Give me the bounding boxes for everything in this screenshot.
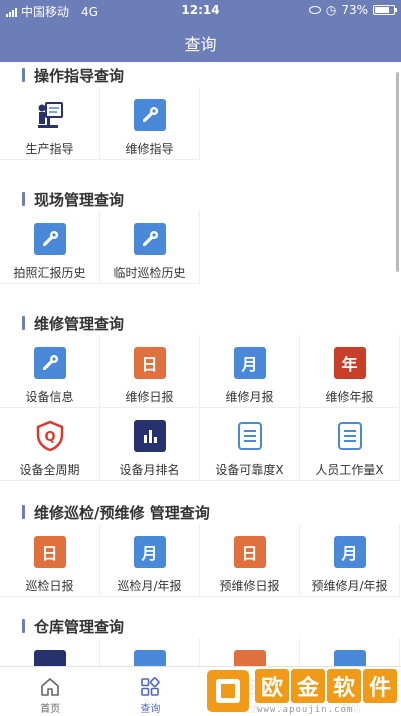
menu-item-warehouse-4[interactable]: [300, 638, 400, 666]
menu-item-label: 拍照汇报历史: [13, 266, 86, 280]
menu-item-preventive-monthly-yearly[interactable]: 月 预维修月/年报: [300, 524, 400, 597]
day-icon: 日: [33, 536, 66, 568]
document-list-icon: [234, 420, 266, 452]
section-marker: [22, 505, 25, 519]
warehouse-icon: [233, 650, 266, 666]
menu-item-label: 预维修日报: [219, 579, 280, 593]
section-marker: [22, 68, 25, 82]
tab-query[interactable]: 查询: [100, 667, 200, 716]
warehouse-grid: [0, 638, 401, 666]
warehouse-icon: [333, 650, 366, 666]
year-icon: 年: [333, 347, 366, 379]
day-icon: 日: [233, 536, 266, 568]
month-icon: 月: [233, 347, 266, 379]
menu-item-label: 巡检日报: [25, 579, 74, 593]
section-title-patrol: 维修巡检/预维修 管理查询: [0, 500, 401, 524]
patrol-grid: 日 巡检日报 月 巡检月/年报 日 预维修日报 月 预维修月/年报: [0, 524, 401, 597]
warehouse-icon: [133, 650, 166, 666]
warehouse-icon: [33, 650, 66, 666]
menu-item-label: 临时巡检历史: [113, 266, 186, 280]
scrollbar[interactable]: [396, 72, 399, 272]
menu-item-equipment-lifecycle[interactable]: Q 设备全周期: [0, 408, 100, 481]
menu-item-label: 设备信息: [25, 390, 74, 404]
menu-item-repair-monthly[interactable]: 月 维修月报: [200, 335, 300, 408]
nav-bar: 查询: [0, 20, 401, 62]
menu-item-label: 预维修月/年报: [311, 579, 388, 593]
wrench-icon: [133, 223, 166, 255]
home-icon: [41, 678, 59, 696]
month-icon: 月: [133, 536, 166, 568]
svg-text:Q: Q: [44, 430, 55, 445]
production-guide-icon: [34, 99, 66, 131]
bar-chart-icon: [133, 420, 166, 452]
menu-item-label: 维修月报: [225, 390, 274, 404]
menu-item-label: 人员工作量X: [315, 463, 384, 477]
menu-item-patrol-monthly-yearly[interactable]: 月 巡检月/年报: [100, 524, 200, 597]
site-grid: 拍照汇报历史 临时巡检历史: [0, 211, 401, 284]
page-title: 查询: [184, 35, 217, 54]
eye-comfort-icon: [308, 6, 321, 14]
section-marker: [22, 316, 25, 330]
menu-item-warehouse-1[interactable]: [0, 638, 100, 666]
menu-item-preventive-daily[interactable]: 日 预维修日报: [200, 524, 300, 597]
section-title-repair: 维修管理查询: [0, 311, 401, 335]
menu-item-label: 维修指导: [125, 142, 174, 156]
battery-percent: 73%: [341, 3, 368, 17]
menu-item-label: 设备可靠度X: [215, 463, 284, 477]
menu-item-photo-report-history[interactable]: 拍照汇报历史: [0, 211, 100, 284]
menu-item-label: 设备全周期: [19, 463, 80, 477]
menu-item-label: 生产指导: [25, 142, 74, 156]
menu-item-temp-inspection-history[interactable]: 临时巡检历史: [100, 211, 200, 284]
day-icon: 日: [133, 347, 166, 379]
watermark-url: www.apoujin.com: [257, 705, 354, 715]
section-marker: [22, 192, 25, 206]
query-content[interactable]: 操作指导查询 生产指导 维修指导 现场管理查询 拍照汇报历史 临时巡检历史 维修…: [0, 62, 401, 666]
wrench-icon: [33, 223, 66, 255]
status-right: ◷ 73%: [308, 3, 397, 17]
menu-item-staff-workload[interactable]: 人员工作量X: [300, 408, 400, 481]
tab-label: 查询: [140, 704, 161, 715]
section-title-guide: 操作指导查询: [0, 63, 401, 87]
watermark-logo-icon: [207, 670, 249, 712]
menu-item-patrol-daily[interactable]: 日 巡检日报: [0, 524, 100, 597]
menu-item-label: 设备月排名: [119, 463, 180, 477]
status-bar: 中国移动 4G 12:14 ◷ 73%: [0, 0, 401, 20]
alarm-icon: ◷: [325, 3, 337, 17]
menu-item-label: 巡检月/年报: [117, 579, 182, 593]
menu-item-equipment-info[interactable]: 设备信息: [0, 335, 100, 408]
tab-label: 首页: [40, 704, 61, 715]
menu-item-repair-guide[interactable]: 维修指导: [100, 87, 200, 160]
watermark: 欧 金 软 件 www.apoujin.com: [201, 668, 401, 716]
watermark-text: 欧 金 软 件: [255, 669, 397, 703]
section-title-warehouse: 仓库管理查询: [0, 614, 401, 638]
repair-grid: 设备信息 日 维修日报 月 维修月报 年 维修年报 Q 设备全周期 设备月排名 …: [0, 335, 401, 481]
menu-item-repair-daily[interactable]: 日 维修日报: [100, 335, 200, 408]
menu-item-equipment-monthly-rank[interactable]: 设备月排名: [100, 408, 200, 481]
menu-item-label: 维修日报: [125, 390, 174, 404]
wrench-icon: [33, 347, 66, 379]
menu-item-repair-yearly[interactable]: 年 维修年报: [300, 335, 400, 408]
section-title-site: 现场管理查询: [0, 187, 401, 211]
document-list-icon: [334, 420, 366, 452]
wrench-icon: [133, 99, 166, 131]
tab-home[interactable]: 首页: [0, 667, 100, 716]
lifecycle-shield-icon: Q: [34, 420, 66, 452]
menu-item-warehouse-2[interactable]: [100, 638, 200, 666]
menu-item-warehouse-3[interactable]: [200, 638, 300, 666]
menu-item-label: 维修年报: [325, 390, 374, 404]
menu-item-production-guide[interactable]: 生产指导: [0, 87, 100, 160]
guide-grid: 生产指导 维修指导: [0, 87, 401, 160]
section-marker: [22, 619, 25, 633]
battery-icon: [373, 5, 397, 15]
month-icon: 月: [333, 536, 366, 568]
grid-icon: [141, 677, 161, 696]
menu-item-equipment-reliability[interactable]: 设备可靠度X: [200, 408, 300, 481]
